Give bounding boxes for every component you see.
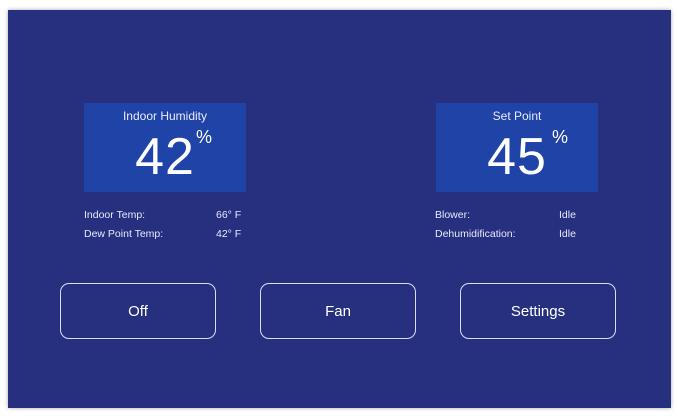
blower-label: Blower: (435, 209, 471, 221)
fan-button[interactable]: Fan (260, 283, 416, 339)
indoor-humidity-unit: % (196, 127, 213, 147)
dehumidification-value: Idle (559, 228, 576, 240)
indoor-humidity-panel: Indoor Humidity 42 % (84, 103, 246, 192)
dehumidification-label: Dehumidification: (435, 228, 516, 240)
indoor-temp-value: 66° F (216, 209, 242, 221)
indoor-humidity-value: 42 (135, 128, 195, 186)
set-point-value: 45 (487, 128, 547, 186)
indoor-temp-label: Indoor Temp: (84, 209, 146, 221)
settings-button[interactable]: Settings (460, 283, 616, 339)
indoor-humidity-label: Indoor Humidity (122, 109, 208, 123)
temperature-info: Indoor Temp: 66° F Dew Point Temp: 42° F (84, 209, 254, 247)
thermostat-screen: Indoor Humidity 42 % Set Point 45 % Indo… (8, 10, 671, 408)
indoor-temp-row: Indoor Temp: 66° F (84, 209, 254, 228)
off-button[interactable]: Off (60, 283, 216, 339)
dew-point-value: 42° F (216, 228, 242, 240)
set-point-panel[interactable]: Set Point 45 % (436, 103, 598, 192)
dehumidification-row: Dehumidification: Idle (435, 228, 600, 247)
set-point-label: Set Point (492, 109, 542, 123)
blower-row: Blower: Idle (435, 209, 600, 228)
dew-point-label: Dew Point Temp: (84, 228, 164, 240)
dew-point-row: Dew Point Temp: 42° F (84, 228, 254, 247)
blower-value: Idle (559, 209, 576, 221)
status-info: Blower: Idle Dehumidification: Idle (435, 209, 600, 247)
set-point-unit: % (552, 127, 569, 147)
